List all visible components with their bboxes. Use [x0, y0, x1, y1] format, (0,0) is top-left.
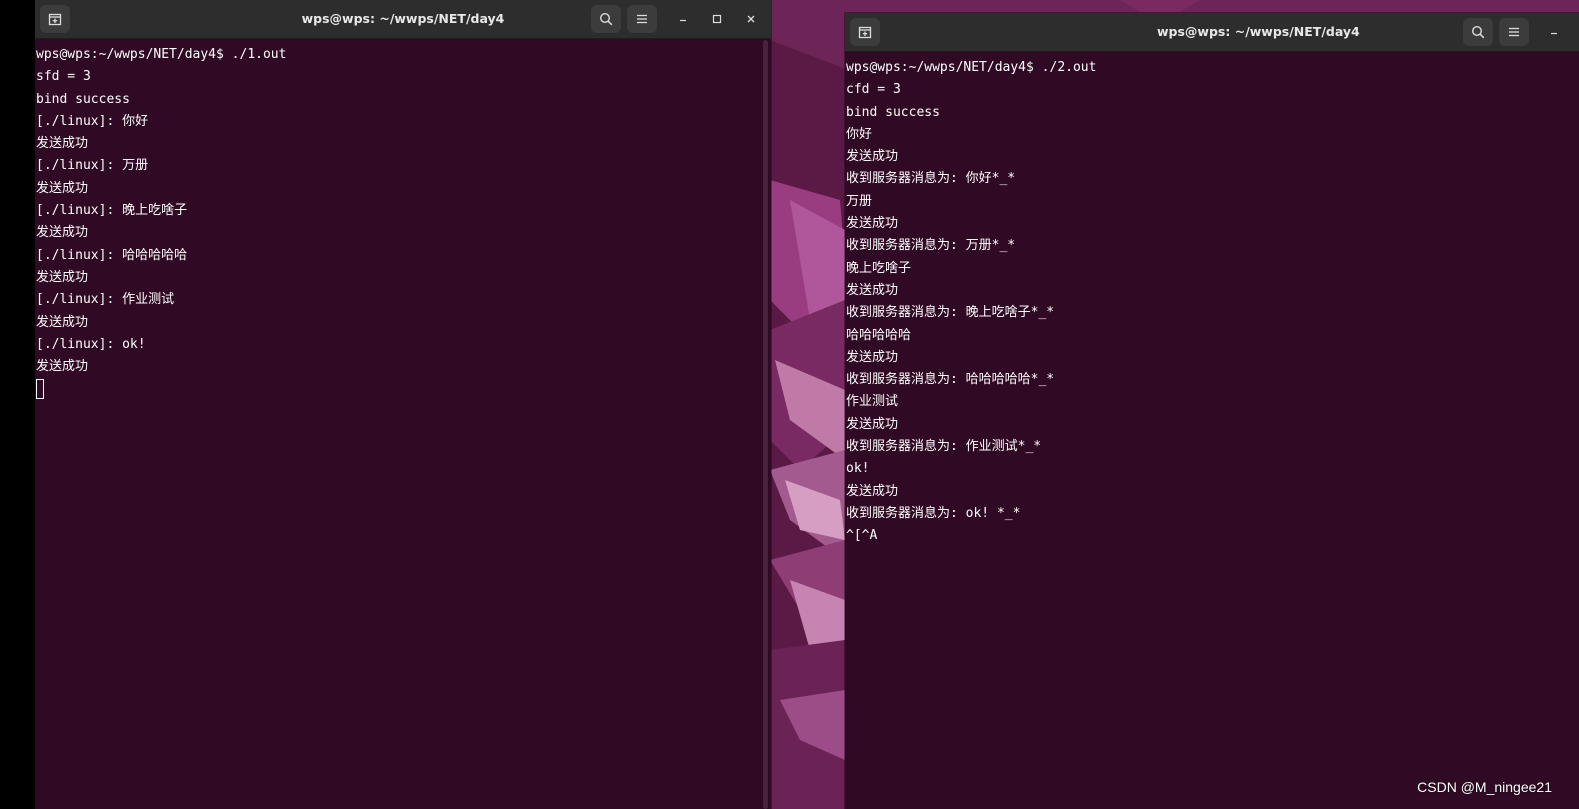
output-line: 发送成功 — [36, 180, 89, 196]
scrollbar[interactable] — [763, 40, 768, 809]
output-line: [./linux]: 作业测试 — [36, 292, 175, 308]
output-line: sfd = 3 — [36, 69, 91, 85]
minimize-button[interactable] — [673, 9, 693, 29]
output-line: [./linux]: 万册 — [36, 158, 149, 174]
search-icon — [1471, 25, 1485, 39]
close-icon — [747, 15, 755, 23]
output-line: 发送成功 — [36, 225, 89, 241]
output-line: 收到服务器消息为: 作业测试*_* — [846, 439, 1042, 455]
output-line: ok! — [846, 461, 870, 477]
terminal-window-left[interactable]: wps@wps: ~/wwps/NET/day4 wps@wps:~/wwps/… — [35, 0, 771, 809]
output-line: 收到服务器消息为: 万册*_* — [846, 238, 1016, 254]
output-line: wps@wps:~/wwps/NET/day4$ ./2.out — [846, 60, 1097, 75]
output-line: 发送成功 — [846, 282, 899, 298]
output-line: bind success — [846, 104, 940, 120]
window-title: wps@wps: ~/wwps/NET/day4 — [301, 11, 505, 26]
output-line: 发送成功 — [36, 314, 89, 330]
output-line: 你好 — [846, 126, 873, 142]
hamburger-menu-icon — [637, 14, 647, 24]
output-line: 发送成功 — [36, 269, 89, 285]
titlebar[interactable]: wps@wps: ~/wwps/NET/day4 — [845, 13, 1579, 52]
hamburger-menu-icon — [1509, 27, 1519, 37]
output-line: 作业测试 — [846, 394, 899, 410]
output-line: wps@wps:~/wwps/NET/day4$ ./1.out — [36, 47, 287, 62]
maximize-icon — [712, 14, 722, 24]
menu-button[interactable] — [1499, 18, 1529, 46]
output-line: 晚上吃啥子 — [846, 260, 912, 276]
output-line: 万册 — [846, 193, 873, 209]
output-line: 收到服务器消息为: ok! *_* — [846, 505, 1021, 521]
output-line: [./linux]: ok! — [36, 336, 146, 352]
terminal-window-right[interactable]: wps@wps: ~/wwps/NET/day4 wps@wps:~/wwps/… — [845, 13, 1579, 809]
output-line: [./linux]: 哈哈哈哈哈 — [36, 247, 188, 263]
output-line: 发送成功 — [846, 483, 899, 499]
menu-button[interactable] — [627, 5, 657, 33]
search-button[interactable] — [591, 5, 621, 33]
output-line: 发送成功 — [846, 416, 899, 432]
minimize-button[interactable] — [1544, 22, 1564, 42]
search-icon — [599, 12, 613, 26]
output-line: 收到服务器消息为: 你好*_* — [846, 171, 1016, 187]
output-line: 发送成功 — [846, 349, 899, 365]
prompt-line — [36, 378, 771, 400]
text-cursor — [36, 378, 44, 399]
close-button[interactable] — [741, 9, 761, 29]
output-line: bind success — [36, 91, 130, 107]
output-line: [./linux]: 你好 — [36, 113, 149, 129]
output-line: ^[^A — [846, 528, 878, 544]
new-tab-icon — [858, 26, 872, 39]
terminal-output[interactable]: wps@wps:~/wwps/NET/day4$ ./2.out cfd = 3 b… — [845, 51, 1579, 809]
maximize-button[interactable] — [707, 9, 727, 29]
terminal-output[interactable]: wps@wps:~/wwps/NET/day4$ ./1.out sfd = 3 b… — [35, 38, 771, 809]
titlebar[interactable]: wps@wps: ~/wwps/NET/day4 — [35, 0, 771, 39]
output-line: cfd = 3 — [846, 82, 901, 98]
output-line: 收到服务器消息为: 哈哈哈哈哈*_* — [846, 372, 1055, 388]
left-dock-strip — [0, 0, 35, 809]
output-line: 收到服务器消息为: 晚上吃啥子*_* — [846, 305, 1055, 321]
watermark: CSDN @M_ningee21 — [1417, 779, 1552, 795]
minimize-icon — [1551, 32, 1557, 35]
output-line: 发送成功 — [36, 359, 89, 375]
new-tab-button[interactable] — [850, 18, 880, 46]
window-title: wps@wps: ~/wwps/NET/day4 — [1157, 24, 1360, 39]
output-line: [./linux]: 晚上吃啥子 — [36, 203, 188, 219]
output-line: 发送成功 — [846, 149, 899, 165]
output-line: 哈哈哈哈哈 — [846, 327, 912, 343]
minimize-icon — [680, 19, 686, 22]
output-line: 发送成功 — [36, 136, 89, 152]
output-line: 发送成功 — [846, 216, 899, 232]
search-button[interactable] — [1463, 18, 1493, 46]
